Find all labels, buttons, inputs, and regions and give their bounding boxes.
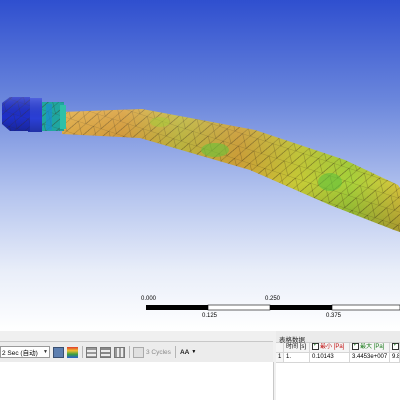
scale-tick-label: 0.125	[202, 313, 218, 319]
color-legend-icon[interactable]	[67, 346, 78, 358]
checkbox[interactable]	[352, 343, 359, 350]
max-header-label: 最大 [Pa]	[360, 344, 385, 351]
time-select[interactable]: 2 Sec (自动) ▼	[0, 346, 50, 358]
animation-toolbar: 2 Sec (自动) ▼ 3 Cycles AA ▼	[0, 341, 273, 363]
stress-patch	[318, 173, 342, 191]
panel-header: 表格数据	[276, 331, 400, 344]
graphics-viewport[interactable]: 0.000 0.250 0.125 0.375	[0, 0, 400, 331]
cycles-icon[interactable]	[133, 346, 144, 358]
cell-min[interactable]: 0.10143	[310, 353, 350, 363]
scale-tick-label: 0.000	[141, 296, 157, 302]
toolbar-separator	[129, 346, 130, 358]
scale-tick-label: 0.250	[265, 296, 281, 302]
fea-model-view[interactable]	[0, 0, 400, 331]
column-header-time[interactable]: 时间 [s]	[284, 343, 310, 353]
scale-tick-label: 0.375	[326, 313, 342, 319]
time-select-value: 2 Sec (自动)	[2, 350, 38, 357]
toolbar-separator	[174, 346, 176, 358]
scale-bar	[146, 304, 400, 311]
cycles-label[interactable]: 3 Cycles	[146, 349, 171, 356]
column-header-max[interactable]: 最大 [Pa]	[350, 343, 390, 353]
table-row[interactable]: 1 1. 0.10143 3.4453e+007 9.8	[276, 353, 400, 363]
cell-time[interactable]: 1.	[284, 353, 310, 363]
checkbox[interactable]	[392, 343, 399, 350]
cell-extra[interactable]: 9.8	[390, 353, 400, 363]
result-sets-icon[interactable]	[100, 346, 111, 358]
row-number-header	[276, 343, 284, 353]
distributed-frames-icon[interactable]	[86, 346, 97, 358]
checkbox[interactable]	[312, 343, 319, 350]
stress-patch	[201, 143, 229, 157]
chevron-down-icon[interactable]: ▼	[43, 349, 48, 355]
cell-max[interactable]: 3.4453e+007	[350, 353, 390, 363]
column-header-extra[interactable]	[390, 343, 400, 353]
stress-patch	[150, 117, 170, 127]
row-number: 1	[276, 353, 284, 363]
tabular-data-panel: 表格数据 时间 [s] 最小 [Pa] 最大 [Pa] 1 1. 0.10143…	[276, 331, 400, 400]
toolbar-separator	[82, 346, 83, 358]
min-header-label: 最小 [Pa]	[320, 344, 345, 351]
export-image-icon[interactable]	[53, 346, 64, 358]
table-header-row: 时间 [s] 最小 [Pa] 最大 [Pa]	[276, 343, 400, 353]
graph-panel	[0, 362, 274, 400]
chevron-down-icon[interactable]: ▼	[191, 349, 196, 355]
antialias-button[interactable]: AA	[180, 349, 189, 356]
frames-icon[interactable]	[114, 346, 125, 358]
column-header-min[interactable]: 最小 [Pa]	[310, 343, 350, 353]
